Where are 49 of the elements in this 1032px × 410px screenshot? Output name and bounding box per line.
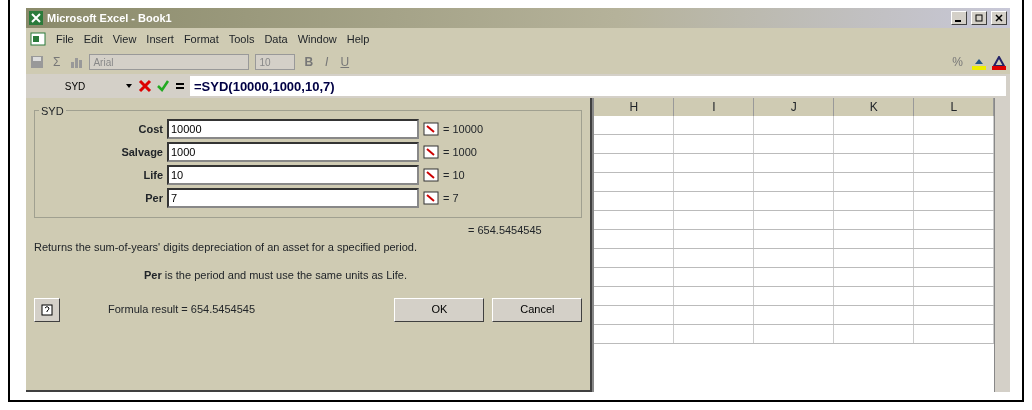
help-icon [41,304,53,317]
help-button[interactable] [34,297,60,322]
window-title: Microsoft Excel - Book1 [47,10,173,26]
equals-icon[interactable] [174,80,186,92]
argument-field[interactable]: 7 [167,188,419,208]
argument-field[interactable]: 10000 [167,119,419,139]
argument-value: = 1000 [443,144,477,160]
argument-label: Per [144,190,163,206]
restore-button[interactable] [971,11,987,25]
excel-logo-icon [29,11,43,25]
function-description: Returns the sum-of-years' digits depreciation of an asset for a specified period. [34,239,419,255]
argument-label: Life [142,167,163,183]
column-header[interactable]: K [834,98,915,116]
formula-field[interactable]: =SYD(10000,1000,10,7) [190,76,1006,96]
menu-item[interactable]: File [56,30,74,48]
enter-check-icon[interactable] [156,79,170,93]
menu-item[interactable]: View [112,30,137,48]
close-button[interactable] [991,11,1007,25]
column-header[interactable]: J [754,98,835,116]
collapse-dialog-icon[interactable] [423,145,439,159]
argument-label: Cost [137,121,163,137]
column-header[interactable]: I [674,98,755,116]
menu-item[interactable]: Tools [228,30,255,48]
restore-icon [975,14,983,23]
menu-item[interactable]: Window [297,30,337,48]
collapse-dialog-icon[interactable] [423,191,439,205]
result-value: = 654.5454545 [468,223,542,238]
workbook-icon[interactable] [30,32,46,46]
formula-result: Formula result = 654.5454545 [108,302,257,318]
collapse-dialog-icon[interactable] [423,122,439,136]
font-color-icon[interactable] [992,53,1006,71]
collapse-dialog-icon[interactable] [423,168,439,182]
cancel-button[interactable]: Cancel [492,297,583,322]
menu-item[interactable]: Format [183,30,219,48]
argument-label: Salvage [120,144,163,160]
argument-value: = 10000 [443,121,484,137]
close-icon [995,14,1003,23]
argument-value: = 10 [443,167,465,183]
minimize-button[interactable] [951,11,967,25]
argument-field[interactable]: 10 [167,165,419,185]
argument-help: Per is the period and must use the same units as Life. [143,268,408,283]
ok-button[interactable]: OK [394,297,485,322]
menu-item[interactable]: Edit [83,30,103,48]
menu-item[interactable]: Insert [146,30,174,48]
column-header[interactable]: H [594,98,675,116]
menu-item[interactable]: Data [264,30,288,48]
argument-field[interactable]: 1000 [167,142,419,162]
menu-item[interactable]: Help [346,30,370,48]
argument-value: = 7 [443,190,459,206]
